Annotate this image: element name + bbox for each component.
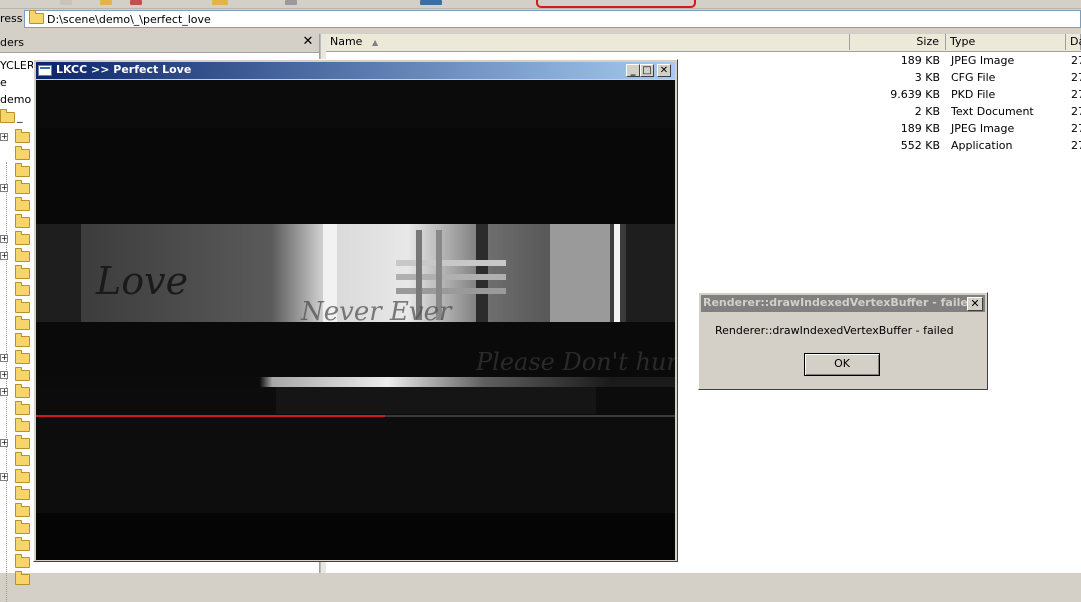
folder-icon[interactable] <box>15 197 30 211</box>
column-header-date[interactable]: Da <box>1066 34 1081 50</box>
file-type: JPEG Image <box>951 122 1015 135</box>
address-path[interactable]: D:\scene\demo\_\perfect_love <box>47 13 211 26</box>
window-icon <box>38 65 52 76</box>
close-button[interactable]: ✕ <box>967 297 983 311</box>
folder-icon[interactable] <box>15 350 30 364</box>
app-titlebar[interactable]: LKCC >> Perfect Love _ □ ✕ <box>36 62 675 79</box>
tree-item[interactable]: _ <box>17 110 23 123</box>
folder-icon[interactable] <box>15 282 30 296</box>
file-date: 27 <box>1071 139 1081 152</box>
render-viewport[interactable]: Love Never Ever Please Don't hurt me <box>36 80 732 560</box>
toolbar-icon[interactable] <box>285 0 297 5</box>
dialog-message: Renderer::drawIndexedVertexBuffer - fail… <box>715 324 954 337</box>
folder-icon[interactable] <box>15 435 30 449</box>
folder-icon[interactable] <box>15 316 30 330</box>
folder-icon[interactable] <box>15 214 30 228</box>
toolbar-icon[interactable] <box>60 0 72 5</box>
toolbar-icon[interactable] <box>100 0 112 5</box>
column-header-size[interactable]: Size <box>850 34 946 50</box>
expand-icon[interactable]: + <box>0 133 8 141</box>
folder-icon[interactable] <box>15 571 30 585</box>
file-size: 3 KB <box>914 71 940 84</box>
folder-icon[interactable] <box>15 401 30 415</box>
file-size: 552 KB <box>900 139 940 152</box>
file-type: CFG File <box>951 71 996 84</box>
column-header-type[interactable]: Type <box>946 34 1066 50</box>
close-button[interactable]: ✕ <box>657 64 671 77</box>
column-header-name[interactable]: Name ▲ <box>326 34 850 50</box>
folders-title: ders <box>0 36 25 49</box>
close-icon[interactable]: ✕ <box>300 34 316 49</box>
folder-icon[interactable] <box>15 333 30 347</box>
tree-lines <box>6 162 8 602</box>
file-date: 27 <box>1071 88 1081 101</box>
address-field[interactable]: D:\scene\demo\_\perfect_love <box>24 10 1081 28</box>
file-type: Text Document <box>951 105 1034 118</box>
folder-icon[interactable] <box>15 384 30 398</box>
maximize-button[interactable]: □ <box>640 64 654 77</box>
folder-icon <box>29 10 44 24</box>
toolbar-icon[interactable] <box>420 0 442 5</box>
file-type: Application <box>951 139 1013 152</box>
folder-icon[interactable] <box>15 486 30 500</box>
folder-icon[interactable] <box>15 146 30 160</box>
folder-icon[interactable] <box>15 367 30 381</box>
file-date: 27 <box>1071 54 1081 67</box>
tree-item[interactable]: YCLER <box>0 59 35 72</box>
ok-button[interactable]: OK <box>804 353 880 376</box>
annotation-highlight <box>536 0 696 8</box>
expand-icon[interactable]: + <box>0 184 8 192</box>
app-title: LKCC >> Perfect Love <box>56 63 192 76</box>
folder-icon[interactable] <box>15 163 30 177</box>
minimize-button[interactable]: _ <box>626 64 640 77</box>
file-size: 189 KB <box>900 54 940 67</box>
tree-item[interactable]: e <box>0 76 7 89</box>
folder-icon[interactable] <box>15 554 30 568</box>
scene-text-please: Please Don't hurt me <box>475 348 675 376</box>
app-window: LKCC >> Perfect Love _ □ ✕ Love Never Ev… <box>33 59 732 562</box>
tree-item[interactable]: demo <box>0 93 31 106</box>
folder-icon[interactable] <box>15 452 30 466</box>
file-list-header: Name ▲ Size Type Da <box>326 34 1081 52</box>
file-date: 27 <box>1071 122 1081 135</box>
toolbar-icon[interactable] <box>212 0 228 5</box>
folder-icon[interactable] <box>15 248 30 262</box>
sort-ascending-icon: ▲ <box>371 38 379 47</box>
toolbar <box>0 0 1081 9</box>
expand-icon[interactable]: + <box>0 371 8 379</box>
file-size: 189 KB <box>900 122 940 135</box>
folder-icon[interactable] <box>15 469 30 483</box>
scene-text-love: Love <box>95 259 188 303</box>
file-date: 27 <box>1071 71 1081 84</box>
expand-icon[interactable]: + <box>0 473 8 481</box>
folder-icon[interactable] <box>15 129 30 143</box>
folder-icon <box>0 109 15 123</box>
file-type: JPEG Image <box>951 54 1015 67</box>
expand-icon[interactable]: + <box>0 354 8 362</box>
scene-line-red <box>36 415 385 417</box>
folders-header: ders ✕ <box>0 34 319 53</box>
folder-icon[interactable] <box>15 537 30 551</box>
folder-icon[interactable] <box>15 503 30 517</box>
expand-icon[interactable]: + <box>0 235 8 243</box>
error-dialog: Renderer::drawIndexedVertexBuffer - fail… <box>698 292 988 390</box>
folder-icon[interactable] <box>15 520 30 534</box>
folder-icon[interactable] <box>15 299 30 313</box>
folder-icon[interactable] <box>15 231 30 245</box>
dialog-titlebar[interactable]: Renderer::drawIndexedVertexBuffer - fail… <box>701 295 985 312</box>
toolbar-icon[interactable] <box>130 0 142 5</box>
expand-icon[interactable]: + <box>0 439 8 447</box>
file-date: 27 <box>1071 105 1081 118</box>
folder-icon[interactable] <box>15 180 30 194</box>
file-size: 2 KB <box>914 105 940 118</box>
expand-icon[interactable]: + <box>0 252 8 260</box>
address-label: ress <box>0 12 23 25</box>
dialog-title: Renderer::drawIndexedVertexBuffer - fail… <box>703 296 976 309</box>
folder-icon[interactable] <box>15 265 30 279</box>
scene-render: Love Never Ever Please Don't hurt me <box>36 80 732 560</box>
file-type: PKD File <box>951 88 996 101</box>
folder-icon[interactable] <box>15 418 30 432</box>
file-size: 9.639 KB <box>890 88 940 101</box>
expand-icon[interactable]: + <box>0 388 8 396</box>
